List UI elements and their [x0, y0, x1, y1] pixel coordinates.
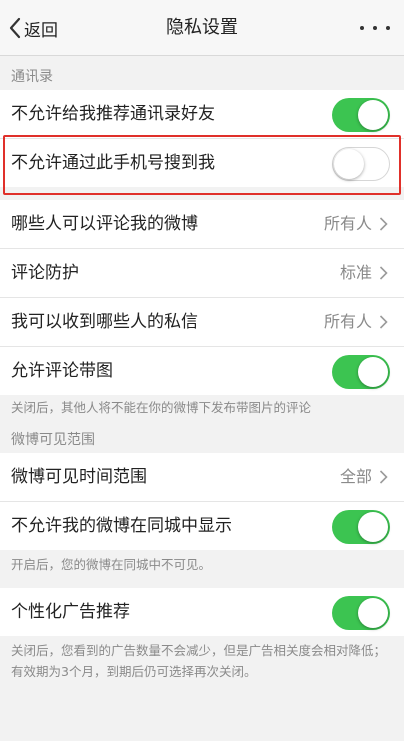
toggle-no-recommend-contacts[interactable]	[332, 98, 390, 132]
toggle-knob	[358, 100, 388, 130]
chevron-right-icon	[379, 470, 388, 484]
note-comment-images: 关闭后，其他人将不能在你的微博下发布带图片的评论	[11, 400, 312, 415]
chevron-right-icon	[379, 217, 388, 231]
row-no-find-by-phone: 不允许通过此手机号搜到我	[0, 139, 404, 187]
row-who-can-comment[interactable]: 哪些人可以评论我的微博 所有人	[0, 200, 404, 248]
back-label: 返回	[24, 20, 58, 41]
row-weibo-visible-time[interactable]: 微博可见时间范围 全部	[0, 453, 404, 501]
note-ads: 关闭后，您看到的广告数量不会减少，但是广告相关度会相对降低；有效期为3个月，到期…	[11, 643, 387, 679]
row-label: 评论防护	[11, 263, 79, 283]
toggle-knob	[334, 149, 364, 179]
page-title: 隐私设置	[166, 17, 238, 38]
row-value: 所有人	[323, 312, 372, 331]
row-label: 允许评论带图	[11, 361, 113, 381]
row-label: 哪些人可以评论我的微博	[11, 214, 198, 234]
dot-icon	[360, 26, 364, 30]
toggle-personalized-ads[interactable]	[332, 596, 390, 630]
section-header-contacts: 通讯录	[11, 69, 53, 85]
toggle-knob	[358, 598, 388, 628]
row-label: 不允许通过此手机号搜到我	[11, 153, 215, 173]
row-allow-comment-images: 允许评论带图	[0, 347, 404, 395]
toggle-knob	[358, 512, 388, 542]
dot-icon	[386, 26, 390, 30]
chevron-right-icon	[379, 315, 388, 329]
row-who-can-message[interactable]: 我可以收到哪些人的私信 所有人	[0, 298, 404, 346]
toggle-no-show-same-city[interactable]	[332, 510, 390, 544]
chevron-left-icon	[9, 17, 21, 39]
row-value: 标准	[339, 263, 372, 282]
row-label: 我可以收到哪些人的私信	[11, 312, 198, 332]
row-label: 不允许给我推荐通讯录好友	[11, 104, 215, 124]
toggle-allow-comment-images[interactable]	[332, 355, 390, 389]
row-no-recommend-contacts: 不允许给我推荐通讯录好友	[0, 90, 404, 138]
row-label: 不允许我的微博在同城中显示	[11, 516, 232, 536]
more-options-button[interactable]	[360, 18, 390, 38]
dot-icon	[373, 26, 377, 30]
chevron-right-icon	[379, 266, 388, 280]
toggle-knob	[358, 357, 388, 387]
row-label: 个性化广告推荐	[11, 602, 130, 622]
row-personalized-ads: 个性化广告推荐	[0, 588, 404, 636]
row-no-show-same-city: 不允许我的微博在同城中显示	[0, 502, 404, 550]
section-header-weibo-visible: 微博可见范围	[11, 432, 95, 448]
toggle-no-find-by-phone[interactable]	[332, 147, 390, 181]
back-button[interactable]: 返回	[8, 0, 58, 56]
row-label: 微博可见时间范围	[11, 467, 147, 487]
row-value: 所有人	[323, 214, 372, 233]
row-comment-protection[interactable]: 评论防护 标准	[0, 249, 404, 297]
row-value: 全部	[339, 467, 372, 486]
nav-bar: 返回 隐私设置	[0, 0, 404, 56]
note-same-city: 开启后，您的微博在同城中不可见。	[11, 557, 212, 572]
